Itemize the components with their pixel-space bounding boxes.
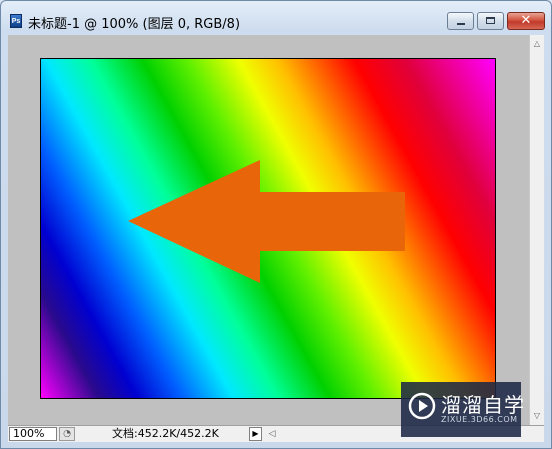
scroll-left-icon[interactable]: ◁	[265, 427, 279, 441]
photoshop-icon[interactable]: Ps	[10, 14, 22, 28]
window-title: 未标题-1 @ 100% (图层 0, RGB/8)	[28, 17, 241, 32]
scroll-down-icon[interactable]: ▽	[530, 409, 544, 423]
document-area[interactable]	[8, 35, 529, 425]
watermark: 溜溜自学 ZIXUE.3D66.COM	[401, 382, 524, 437]
image-canvas[interactable]	[40, 58, 496, 399]
maximize-button[interactable]	[477, 12, 504, 30]
maximize-icon	[486, 17, 495, 24]
status-menu-button[interactable]: ▶	[249, 427, 262, 441]
watermark-url: ZIXUE.3D66.COM	[441, 415, 518, 424]
play-logo-icon	[408, 392, 436, 420]
vertical-scrollbar[interactable]: △ ▽	[529, 35, 544, 425]
left-arrow-shape[interactable]	[41, 59, 496, 399]
status-info-icon[interactable]: ◔	[59, 427, 75, 441]
title-bar[interactable]: Ps 未标题-1 @ 100% (图层 0, RGB/8) ✕	[1, 1, 551, 35]
close-button[interactable]: ✕	[507, 12, 545, 30]
document-size-info: 文档:452.2K/452.2K	[112, 427, 219, 440]
watermark-brand: 溜溜自学	[441, 393, 525, 417]
scroll-up-icon[interactable]: △	[530, 37, 544, 51]
zoom-input[interactable]: 100%	[9, 427, 57, 441]
minimize-icon	[457, 23, 465, 25]
minimize-button[interactable]	[447, 12, 474, 30]
close-icon: ✕	[520, 13, 532, 28]
